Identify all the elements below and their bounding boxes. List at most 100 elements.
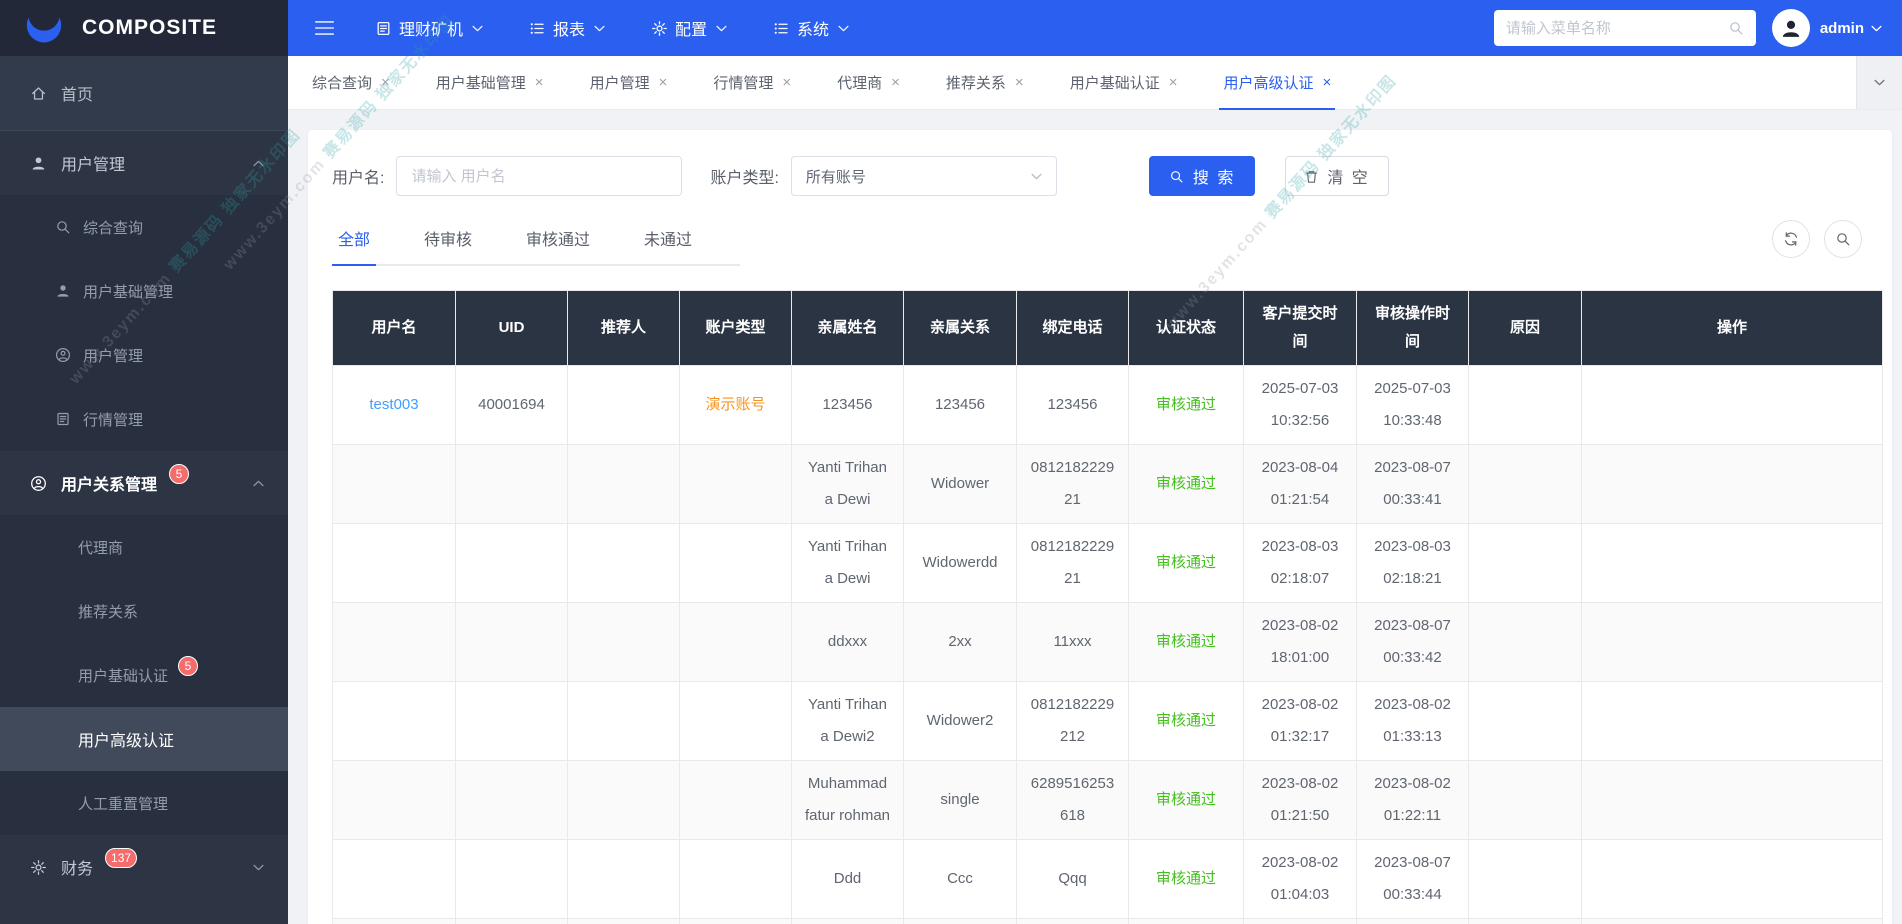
close-icon[interactable]: × [891, 74, 900, 91]
cell-action [1581, 681, 1883, 761]
sidebar-item-user-mgmt-sub[interactable]: 用户管理 [0, 323, 288, 387]
cell-username [332, 602, 456, 682]
page-tab-query[interactable]: 综合查询 × [304, 56, 398, 109]
column-header[interactable]: 客户提交时间 [1243, 290, 1357, 366]
cell-account_type: 演示账号 [679, 365, 792, 445]
admin-username[interactable]: admin [1820, 20, 1864, 37]
page-tab-referral[interactable]: 推荐关系 × [938, 56, 1032, 109]
cell-audit_time: 2023-08-07 00:33:44 [1356, 839, 1469, 919]
top-nav-system[interactable]: 系统 [773, 16, 849, 40]
column-header[interactable]: 推荐人 [567, 290, 680, 366]
cell-relative_relation: single [903, 760, 1017, 840]
close-icon[interactable]: × [535, 74, 544, 91]
sidebar-item-user-basic-auth[interactable]: 用户基础认证 5 [0, 643, 288, 707]
column-header[interactable]: 亲属关系 [903, 290, 1017, 366]
column-header[interactable]: 绑定电话 [1016, 290, 1129, 366]
sidebar-item-agent[interactable]: 代理商 [0, 515, 288, 579]
cell-username [332, 523, 456, 603]
close-icon[interactable]: × [782, 74, 791, 91]
top-nav-mining[interactable]: 理财矿机 [375, 16, 483, 40]
moon-logo-icon [18, 6, 70, 50]
close-icon[interactable]: × [659, 74, 668, 91]
sidebar-item-query[interactable]: 综合查询 [0, 195, 288, 259]
status-tab-1[interactable]: 待审核 [418, 226, 478, 264]
tabs-dropdown-button[interactable] [1856, 56, 1902, 109]
brand-logo: COMPOSITE [0, 0, 288, 56]
top-nav-report[interactable]: 报表 [529, 16, 605, 40]
table-row [332, 918, 1883, 924]
page-tab-market-mgmt[interactable]: 行情管理 × [705, 56, 799, 109]
avatar[interactable] [1771, 9, 1810, 47]
cell-relative_name: Yanti Trihan a Dewi [791, 444, 904, 524]
close-icon[interactable]: × [1015, 74, 1024, 91]
page-tab-user-advanced-auth[interactable]: 用户高级认证 × [1215, 56, 1339, 110]
status-tab-3[interactable]: 未通过 [638, 226, 698, 264]
username-input[interactable] [396, 156, 683, 196]
column-header[interactable]: 认证状态 [1128, 290, 1244, 366]
page-tab-agent[interactable]: 代理商 × [829, 56, 908, 109]
cell-relative_name: 123456 [791, 365, 904, 445]
cell-submit_time: 2023-08-02 01:21:50 [1243, 760, 1357, 840]
clear-button[interactable]: 清 空 [1285, 156, 1389, 196]
table-search-button[interactable] [1824, 220, 1862, 258]
cell-audit_time: 2023-08-07 00:33:41 [1356, 444, 1469, 524]
top-bar: COMPOSITE 理财矿机 报表 配置 系统 admin [0, 0, 1902, 56]
sidebar-item-user-basic-mgmt[interactable]: 用户基础管理 [0, 259, 288, 323]
sidebar-item-referral[interactable]: 推荐关系 [0, 579, 288, 643]
cell-phone: 081218222921 [1016, 523, 1129, 603]
sidebar-submenu: 代理商 推荐关系 用户基础认证 5 用户高级认证 人工重置管理 [0, 515, 288, 835]
page-tab-user-basic-auth[interactable]: 用户基础认证 × [1062, 56, 1186, 109]
page-tab-user-basic-mgmt[interactable]: 用户基础管理 × [428, 56, 552, 109]
search-icon[interactable] [1728, 20, 1744, 36]
status-tab-2[interactable]: 审核通过 [520, 226, 596, 264]
cell-phone: 6289516253618 [1016, 760, 1129, 840]
menu-search-input[interactable] [1505, 19, 1720, 37]
close-icon[interactable]: × [1169, 74, 1178, 91]
sidebar-item-market-mgmt[interactable]: 行情管理 [0, 387, 288, 451]
cell-referrer [567, 602, 680, 682]
user-icon [57, 285, 69, 297]
page-tab-user-mgmt[interactable]: 用户管理 × [582, 56, 676, 109]
close-icon[interactable]: × [1322, 74, 1331, 91]
table-row: Yanti Trihan a Dewi2 Widower2 081218222921… [332, 681, 1883, 761]
status-tabs-row: 全部 待审核 审核通过 未通过 [332, 220, 1880, 266]
sidebar-item-user-relation-mgmt[interactable]: 用户关系管理 5 [0, 451, 288, 515]
menu-toggle-icon[interactable] [314, 20, 335, 36]
sidebar-item-user-advanced-auth[interactable]: 用户高级认证 [0, 707, 288, 771]
column-header[interactable]: 操作 [1581, 290, 1883, 366]
search-icon [1170, 170, 1183, 182]
chevron-down-icon [594, 25, 605, 31]
sidebar-item-user-mgmt[interactable]: 用户管理 [0, 131, 288, 195]
cell-action [1581, 365, 1883, 445]
cell-reason [1468, 602, 1582, 682]
refresh-button[interactable] [1772, 220, 1810, 258]
close-icon[interactable]: × [381, 74, 390, 91]
column-header[interactable]: 账户类型 [679, 290, 792, 366]
cell-account_type [679, 839, 792, 919]
cell-reason [1468, 523, 1582, 603]
status-tab-0[interactable]: 全部 [332, 226, 377, 266]
sidebar-item-manual-reset[interactable]: 人工重置管理 [0, 771, 288, 835]
column-header[interactable]: 原因 [1468, 290, 1582, 366]
chevron-down-icon[interactable] [1871, 25, 1882, 32]
sidebar-item-finance[interactable]: 财务 137 [0, 835, 288, 899]
cell-username[interactable]: test003 [332, 365, 456, 445]
cell-audit_time [1356, 918, 1469, 924]
account-type-select[interactable]: 所有账号 [790, 156, 1057, 196]
search-button[interactable]: 搜 索 [1148, 156, 1256, 196]
sidebar-item-home[interactable]: 首页 [0, 56, 288, 131]
report-icon [774, 22, 788, 34]
top-nav-config[interactable]: 配置 [651, 16, 727, 40]
column-header[interactable]: UID [455, 290, 568, 366]
search-icon [1730, 22, 1743, 35]
top-nav: 理财矿机 报表 配置 系统 [375, 16, 849, 40]
column-header[interactable]: 审核操作时间 [1356, 290, 1469, 366]
cell-relative_relation: 2xx [903, 602, 1017, 682]
column-header[interactable]: 用户名 [332, 290, 456, 366]
cell-account_type [679, 760, 792, 840]
cell-reason [1468, 681, 1582, 761]
cell-audit_time: 2023-08-07 00:33:42 [1356, 602, 1469, 682]
column-header[interactable]: 亲属姓名 [791, 290, 904, 366]
cell-relative_relation: Ccc [903, 839, 1017, 919]
cell-referrer [567, 444, 680, 524]
